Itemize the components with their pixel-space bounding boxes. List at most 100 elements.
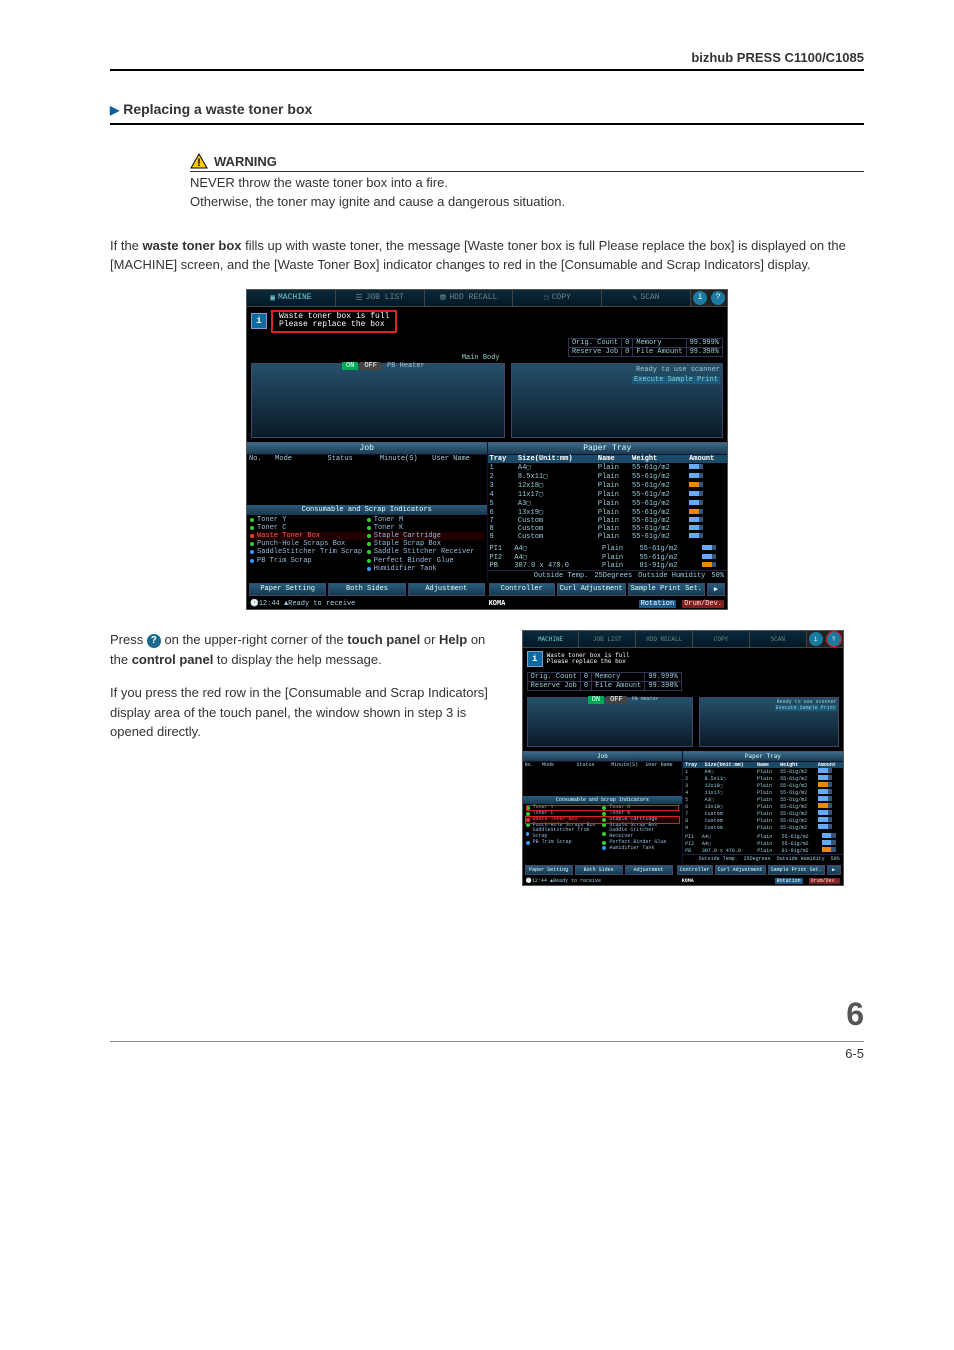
table-row: PB307.0 x 470.0Plain81-91g/m2 xyxy=(488,562,728,570)
section-arrow-icon: ▶ xyxy=(110,103,119,117)
finisher-preview-sm: Ready to use scanner Execute Sample Prin… xyxy=(699,697,839,747)
table-row: PI1A4▢Plain55-61g/m2 xyxy=(488,544,728,553)
curl-adjust-button-sm[interactable]: Curl Adjustment xyxy=(715,865,766,875)
status-message-sm: Waste toner box is full Please replace t… xyxy=(547,653,630,666)
sample-print-button-sm[interactable]: Sample Print Set. xyxy=(768,865,825,875)
warning-triangle-icon: ! xyxy=(190,153,208,169)
next-arrow-button-sm[interactable]: ▶ xyxy=(827,865,841,875)
table-row: PI2A4▢Plain55-61g/m2 xyxy=(683,840,843,847)
main-body-preview: ON OFF PB Heater Main Body xyxy=(251,363,505,438)
table-row: 411x17▢Plain55-61g/m2 xyxy=(488,490,728,499)
adjustment-button[interactable]: Adjustment xyxy=(408,583,485,596)
help-icon-button[interactable]: ? xyxy=(711,291,725,305)
execute-sample-button[interactable]: Execute Sample Print xyxy=(632,376,720,384)
warning-line1: NEVER throw the waste toner box into a f… xyxy=(190,174,864,193)
section-title: ▶ Replacing a waste toner box xyxy=(110,101,864,125)
table-row: 5A3▢Plain55-61g/m2 xyxy=(488,499,728,508)
table-row: 8CustomPlain55-61g/m2 xyxy=(488,525,728,533)
controller-button-sm[interactable]: Controller xyxy=(677,865,713,875)
tab-hdd[interactable]: ⛃HDD RECALL xyxy=(425,290,514,306)
hdd-icon: ⛃ xyxy=(440,293,447,303)
copy-icon: ❐ xyxy=(544,293,549,303)
list-icon: ☰ xyxy=(355,293,362,303)
finisher-preview: Ready to use scanner Execute Sample Prin… xyxy=(511,363,723,438)
step-paragraph-2: If you press the red row in the [Consuma… xyxy=(110,683,504,742)
table-row: PI1A4▢Plain55-61g/m2 xyxy=(683,833,843,840)
tab-machine-sm[interactable]: MACHINE xyxy=(523,631,580,647)
consumables-title: Consumable and Scrap Indicators xyxy=(247,505,487,515)
paper-panel-title-sm: Paper Tray xyxy=(683,751,843,762)
counter-table-sm: Orig. Count0Memory99.999% Reserve Job0Fi… xyxy=(527,672,682,691)
status-info-icon: i xyxy=(251,313,267,329)
next-arrow-button[interactable]: ▶ xyxy=(707,583,725,596)
status-message: Waste toner box is full Please replace t… xyxy=(271,310,397,334)
table-row: 1A4▢Plain55-61g/m2 xyxy=(488,463,728,472)
consumables-title-sm: Consumable and Scrap Indicators xyxy=(523,796,683,804)
sample-print-button[interactable]: Sample Print Set. xyxy=(628,583,705,596)
controller-button[interactable]: Controller xyxy=(489,583,555,596)
rotation-badge: Rotation xyxy=(639,600,677,608)
consumables-list[interactable]: Toner YToner M Toner CToner K Waste Tone… xyxy=(247,515,487,573)
consumables-list-sm[interactable]: Toner YToner M Toner CToner K Waste Tone… xyxy=(523,804,683,852)
pb-heater-toggle[interactable]: ON OFF PB Heater xyxy=(342,362,425,370)
help-icon-button-sm[interactable]: ? xyxy=(827,632,841,646)
info-icon-button-sm[interactable]: i xyxy=(809,632,823,646)
table-row: 8CustomPlain55-61g/m2 xyxy=(683,817,843,824)
intro-prefix: If the xyxy=(110,238,143,253)
tab-copy-sm[interactable]: COPY xyxy=(693,631,750,647)
section-title-text: Replacing a waste toner box xyxy=(123,101,312,117)
info-icon-button[interactable]: i xyxy=(693,291,707,305)
paper-tray-table: Tray Size(Unit:mm) Name Weight Amount 1A… xyxy=(488,455,728,541)
page-number: 6-5 xyxy=(110,1041,864,1061)
table-row: 7CustomPlain55-61g/m2 xyxy=(488,517,728,525)
tab-hdd-sm[interactable]: HDD RECALL xyxy=(636,631,693,647)
paper-setting-button[interactable]: Paper Setting xyxy=(249,583,326,596)
warning-block: ! WARNING NEVER throw the waste toner bo… xyxy=(190,153,864,212)
tab-joblist[interactable]: ☰JOB LIST xyxy=(336,290,425,306)
job-list-empty xyxy=(247,463,487,505)
tab-joblist-sm[interactable]: JOB LIST xyxy=(579,631,636,647)
scan-icon: ✎ xyxy=(633,293,638,303)
drum-dev-badge: Drum/Dev. xyxy=(682,600,724,608)
tab-machine[interactable]: ▣MACHINE xyxy=(247,290,336,306)
table-row: PB307.0 x 470.0Plain81-91g/m2 xyxy=(683,847,843,854)
environment-readout: Outside Temp.25Degrees Outside Humidity5… xyxy=(488,570,728,581)
table-row: 5A3▢Plain55-61g/m2 xyxy=(683,796,843,803)
machine-icon: ▣ xyxy=(270,293,275,303)
chapter-number: 6 xyxy=(110,996,864,1033)
job-header: No. Mode Status Minute(S) User Name xyxy=(247,455,487,463)
table-row: 7CustomPlain55-61g/m2 xyxy=(683,810,843,817)
main-body-preview-sm: ONOFF PB Heater xyxy=(527,697,693,747)
status-info-icon-sm: i xyxy=(527,651,543,667)
paper-panel-title: Paper Tray xyxy=(488,442,728,455)
curl-adjust-button[interactable]: Curl Adjustment xyxy=(557,583,626,596)
tab-copy[interactable]: ❐COPY xyxy=(513,290,602,306)
table-row: 411x17▢Plain55-61g/m2 xyxy=(683,789,843,796)
intro-bold1: waste toner box xyxy=(143,238,242,253)
both-sides-button[interactable]: Both Sides xyxy=(328,583,405,596)
paper-setting-button-sm[interactable]: Paper Setting xyxy=(525,865,573,875)
tab-scan-sm[interactable]: SCAN xyxy=(750,631,807,647)
table-row: 312x18▢Plain55-61g/m2 xyxy=(488,481,728,490)
svg-text:!: ! xyxy=(197,157,201,169)
tab-scan[interactable]: ✎SCAN xyxy=(602,290,691,306)
both-sides-button-sm[interactable]: Both Sides xyxy=(575,865,623,875)
execute-sample-button-sm[interactable]: Execute Sample Print xyxy=(775,705,837,711)
job-panel-title-sm: Job xyxy=(523,751,683,762)
table-row: 9CustomPlain55-61g/m2 xyxy=(488,533,728,541)
table-row: 1A4▢Plain55-61g/m2 xyxy=(683,768,843,775)
machine-screenshot-small: MACHINE JOB LIST HDD RECALL COPY SCAN i … xyxy=(522,630,844,886)
counter-table: Orig. Count0Memory99.999% Reserve Job0Fi… xyxy=(568,338,723,357)
pb-heater-toggle-sm[interactable]: ONOFF PB Heater xyxy=(588,696,659,704)
table-row: 613x19▢Plain55-61g/m2 xyxy=(683,803,843,810)
adjustment-button-sm[interactable]: Adjustment xyxy=(625,865,673,875)
table-row: 613x19▢Plain55-61g/m2 xyxy=(488,508,728,517)
table-row: 28.5x11▢Plain55-61g/m2 xyxy=(683,775,843,782)
machine-screenshot-large: ▣MACHINE ☰JOB LIST ⛃HDD RECALL ❐COPY ✎SC… xyxy=(246,289,728,611)
intro-paragraph: If the waste toner box fills up with was… xyxy=(110,236,864,275)
table-row: 28.5x11▢Plain55-61g/m2 xyxy=(488,472,728,481)
warning-line2: Otherwise, the toner may ignite and caus… xyxy=(190,193,864,212)
table-row: 312x18▢Plain55-61g/m2 xyxy=(683,782,843,789)
help-icon: ? xyxy=(147,634,161,648)
step-paragraph-1: Press ? on the upper-right corner of the… xyxy=(110,630,504,669)
